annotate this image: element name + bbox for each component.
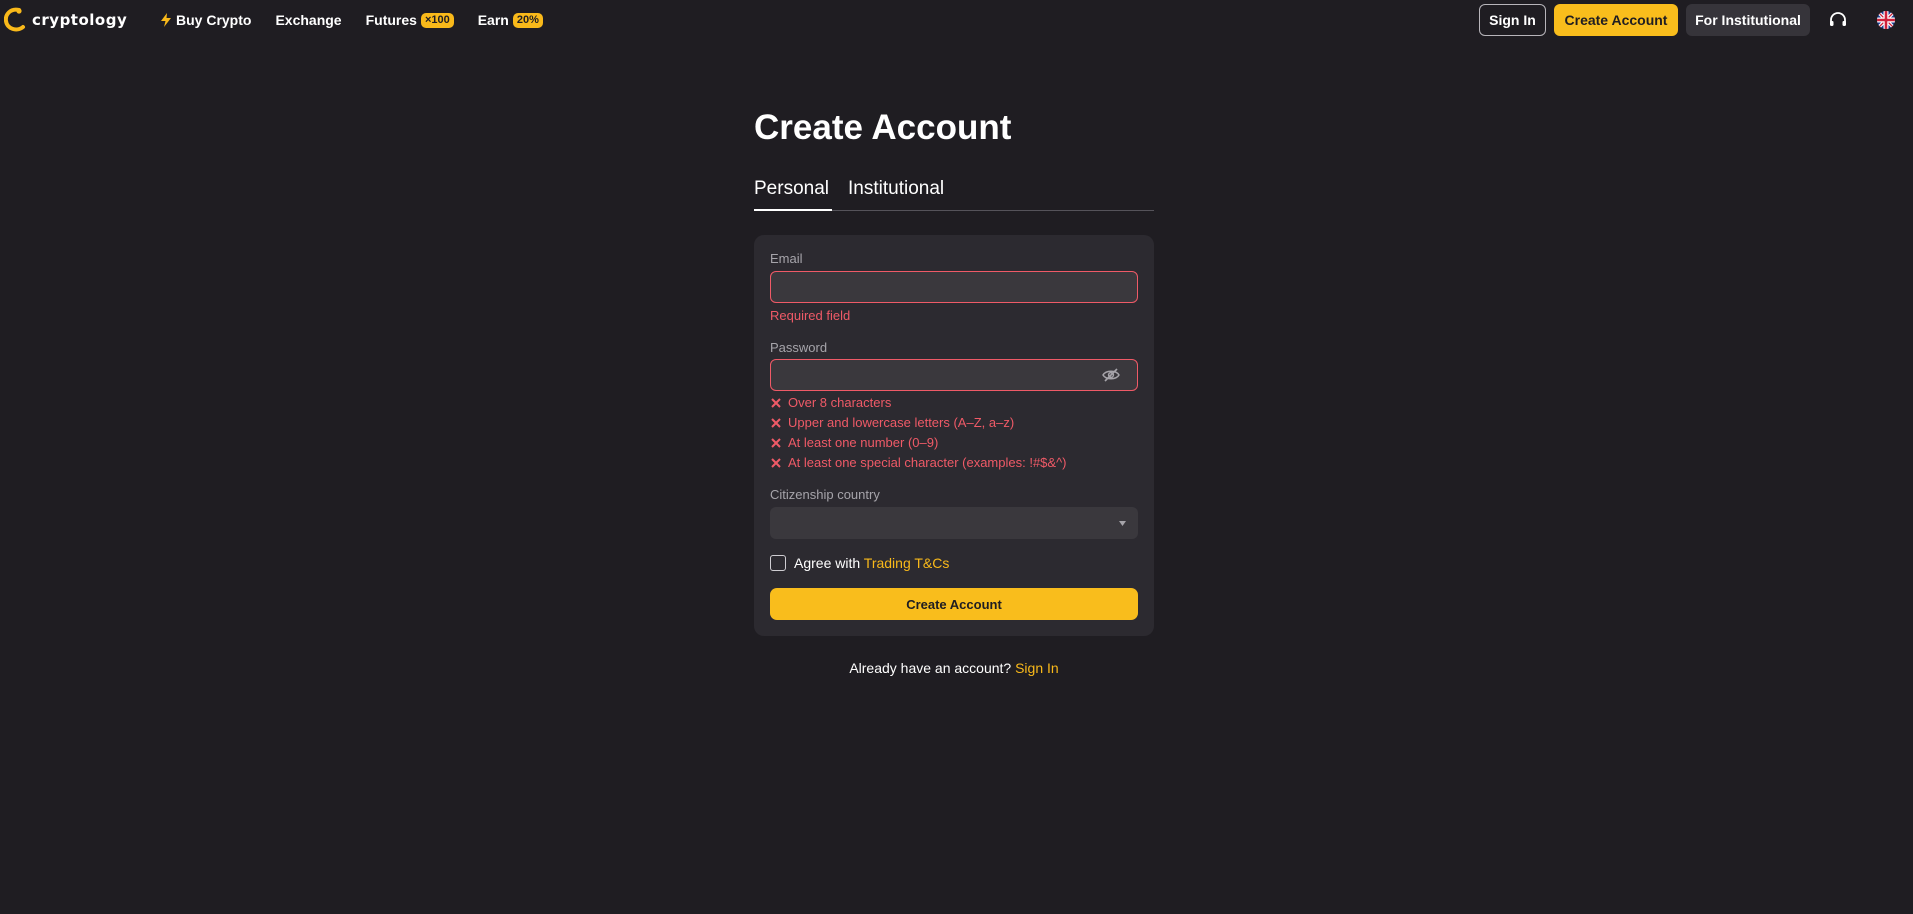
agree-text: Agree with	[794, 555, 864, 571]
email-error-message: Required field	[770, 308, 851, 323]
password-label: Password	[770, 340, 828, 355]
nav-exchange-label: Exchange	[275, 12, 342, 28]
bolt-icon	[161, 13, 171, 27]
logo-text: cryptology	[32, 11, 128, 29]
trading-tcs-link[interactable]: Trading T&Cs	[864, 555, 950, 571]
eye-off-icon[interactable]	[1102, 367, 1120, 383]
tab-personal[interactable]: Personal	[754, 178, 832, 211]
create-account-button[interactable]: Create Account	[770, 588, 1138, 620]
password-rule-text: At least one number (0–9)	[788, 435, 939, 450]
nav-exchange[interactable]: Exchange	[275, 12, 341, 28]
nav-futures[interactable]: Futures ×100	[366, 12, 454, 28]
password-field[interactable]	[770, 359, 1138, 391]
password-rule-special: At least one special character (examples…	[770, 455, 1067, 470]
uk-flag-icon[interactable]	[1877, 11, 1895, 29]
citizenship-label: Citizenship country	[770, 487, 880, 502]
password-rule-case: Upper and lowercase letters (A–Z, a–z)	[770, 415, 1014, 430]
x-icon	[771, 417, 781, 428]
email-field[interactable]	[770, 271, 1138, 303]
citizenship-select[interactable]	[770, 507, 1138, 539]
nav-buy-crypto-label: Buy Crypto	[176, 12, 252, 28]
agree-label: Agree with Trading T&Cs	[794, 555, 949, 571]
x-icon	[771, 457, 781, 468]
password-rule-text: Upper and lowercase letters (A–Z, a–z)	[788, 415, 1015, 430]
agree-checkbox[interactable]	[770, 555, 786, 571]
nav-earn-label: Earn	[477, 12, 509, 28]
email-label: Email	[770, 251, 803, 266]
signup-form-card: Email Required field Password Over 8 cha…	[754, 235, 1154, 636]
already-have-account: Already have an account? Sign In	[754, 660, 1154, 676]
top-header: cryptology Buy Crypto Exchange Futures ×…	[0, 0, 1913, 40]
nav-earn[interactable]: Earn 20%	[478, 12, 543, 28]
header-create-account-button[interactable]: Create Account	[1554, 4, 1678, 36]
cryptology-logo-icon	[4, 7, 25, 32]
for-institutional-button[interactable]: For Institutional	[1686, 4, 1810, 36]
password-rule-number: At least one number (0–9)	[770, 435, 938, 450]
futures-leverage-badge: ×100	[420, 12, 454, 28]
already-text: Already have an account?	[849, 660, 1016, 676]
main-nav: Buy Crypto Exchange Futures ×100 Earn 20…	[160, 0, 543, 40]
page-title: Create Account	[754, 108, 1012, 147]
password-rule-text: At least one special character (examples…	[788, 455, 1067, 470]
nav-futures-label: Futures	[365, 12, 417, 28]
x-icon	[771, 397, 781, 408]
password-rule-text: Over 8 characters	[788, 395, 892, 410]
headset-icon[interactable]	[1828, 11, 1848, 29]
sign-in-link[interactable]: Sign In	[1015, 660, 1059, 676]
x-icon	[771, 437, 781, 448]
logo[interactable]: cryptology	[4, 7, 127, 33]
caret-down-icon	[1119, 521, 1126, 526]
account-type-tabs: Personal Institutional	[754, 178, 1154, 211]
earn-rate-badge: 20%	[512, 12, 543, 28]
nav-buy-crypto[interactable]: Buy Crypto	[160, 12, 251, 28]
password-rule-length: Over 8 characters	[770, 395, 891, 410]
tab-institutional[interactable]: Institutional	[848, 178, 944, 211]
header-sign-in-button[interactable]: Sign In	[1479, 4, 1546, 36]
